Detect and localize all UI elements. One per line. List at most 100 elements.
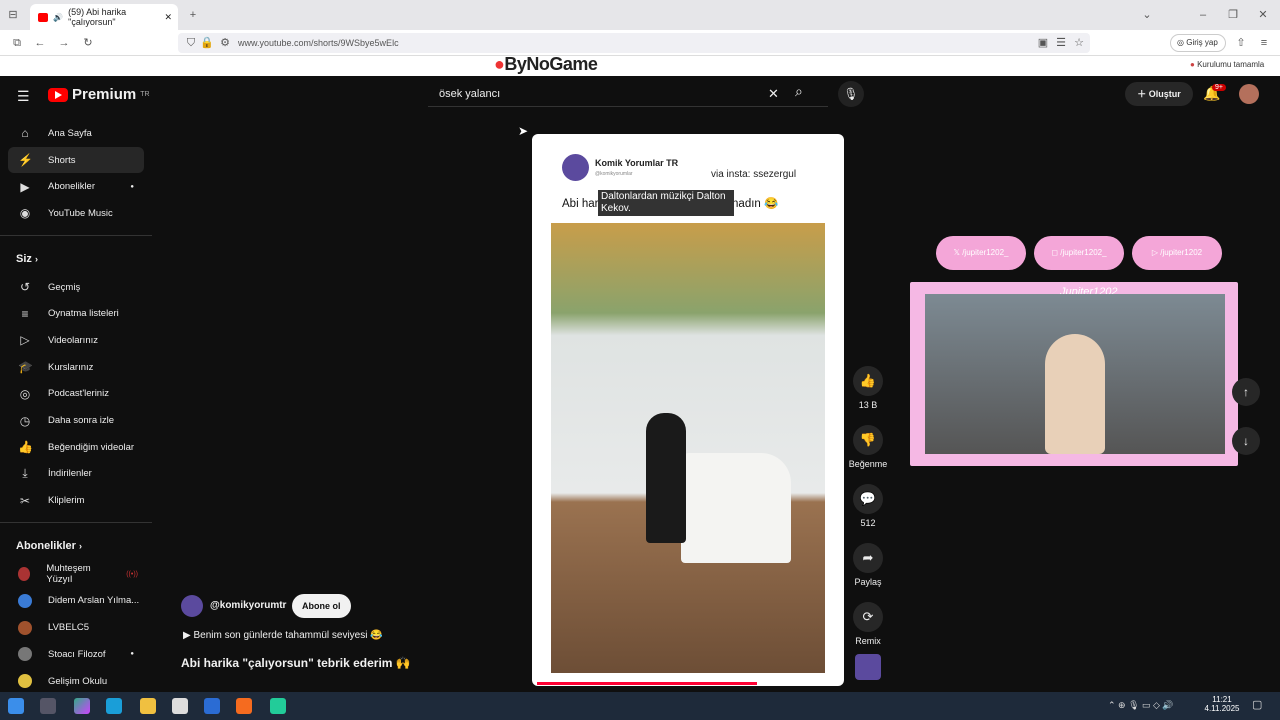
tab-overview-icon[interactable]: ⊟ <box>6 8 20 22</box>
url-field[interactable]: ⛉ 🔒 ⚙ www.youtube.com/shorts/9WSbye5wElc… <box>178 33 1090 53</box>
edge-icon[interactable] <box>106 698 122 714</box>
close-tab-icon[interactable]: ✕ <box>164 12 172 23</box>
clock-date: 4.11.2025 <box>1204 704 1240 713</box>
task-view-icon[interactable] <box>40 698 56 714</box>
reload-icon[interactable]: ↻ <box>81 36 95 50</box>
hamburger-menu-icon[interactable]: ☰ <box>17 88 30 105</box>
notification-center-icon[interactable]: ▢ <box>1252 698 1262 711</box>
channel-avatar <box>18 647 32 662</box>
sidebar-item-podcasts[interactable]: ◎ Podcast'leriniz <box>0 381 152 408</box>
comment-icon: 💬 <box>859 491 877 506</box>
bookmarks-bar: ●ByNoGame ● Kurulumu tamamla <box>0 54 1280 76</box>
setup-bookmark[interactable]: ● Kurulumu tamamla <box>1190 60 1264 69</box>
forward-icon[interactable]: → <box>57 36 71 50</box>
lock-icon[interactable]: 🔒 <box>200 36 214 50</box>
sidebar-item-liked[interactable]: 👍 Beğendiğim videolar <box>0 434 152 461</box>
clock-time: 11:21 <box>1212 695 1232 704</box>
sidebar-item-downloads[interactable]: ⤓ İndirilenler <box>0 461 152 488</box>
short-video-player[interactable]: Komik Yorumlar TR @komikyorumlar via ins… <box>532 134 844 686</box>
comments-button[interactable]: 💬 <box>853 484 883 514</box>
sidebar-item-music[interactable]: ◉ YouTube Music <box>0 200 152 227</box>
video-progress-bar[interactable] <box>537 682 757 685</box>
store-icon[interactable] <box>172 698 188 714</box>
sound-thumbnail[interactable] <box>855 654 881 680</box>
sidebar-item-your-videos[interactable]: ▷ Videolarınız <box>0 327 152 354</box>
new-content-dot-icon: ● <box>130 183 134 190</box>
tab-list-chevron-icon[interactable]: ⌄ <box>1140 8 1154 22</box>
subscriptions-section-header[interactable]: Abonelikler › <box>0 531 152 561</box>
copilot-icon[interactable] <box>74 698 90 714</box>
webcam-frame <box>925 294 1225 454</box>
uploader-handle[interactable]: @komikyorumtr <box>210 600 286 611</box>
like-button[interactable]: 👍 <box>853 366 883 396</box>
sidebar-item-history[interactable]: ↺ Geçmiş <box>0 274 152 301</box>
youtube-favicon-icon <box>38 12 49 22</box>
sidebar-item-home[interactable]: ⌂ Ana Sayfa <box>0 120 152 147</box>
back-icon[interactable]: ← <box>33 36 47 50</box>
search-input[interactable]: ösek yalancı ✕ <box>428 81 828 107</box>
mail-icon[interactable] <box>204 698 220 714</box>
video-description[interactable]: ▶ Benim son günlerde tahammül seviyesi 😂 <box>183 630 383 641</box>
uploader-avatar[interactable] <box>181 595 203 617</box>
search-icon[interactable]: ⌕ <box>795 83 803 100</box>
browser-tab[interactable]: 🔊 (59) Abi harika "çalıyorsun" ✕ <box>30 4 178 30</box>
windows-taskbar: ⌃ ⊕ 🎙 ▭ ◇ 🔊 11:21 4.11.2025 ▢ <box>0 692 1280 720</box>
sidebar-item-label: Videolarınız <box>48 334 98 346</box>
sidebar-item-watch-later[interactable]: ◷ Daha sonra izle <box>0 407 152 434</box>
clock[interactable]: 11:21 4.11.2025 <box>1204 695 1240 713</box>
picture-in-picture-icon[interactable]: ▣ <box>1036 36 1050 50</box>
sidebar-item-label: Geçmiş <box>48 281 81 293</box>
subscription-item[interactable]: Muhteşem Yüzyıl ((•)) <box>0 561 152 588</box>
shield-icon[interactable]: ⛉ <box>184 36 198 50</box>
file-explorer-icon[interactable] <box>140 698 156 714</box>
streamer-figure <box>1045 334 1105 454</box>
window-close-icon[interactable]: ✕ <box>1256 8 1270 22</box>
subscription-item[interactable]: Gelişim Okulu <box>0 668 152 695</box>
your-videos-icon: ▷ <box>20 333 30 348</box>
sidebar-toggle-icon[interactable]: ⧉ <box>10 36 24 50</box>
clear-search-icon[interactable]: ✕ <box>768 81 779 107</box>
sidebar-item-courses[interactable]: 🎓 Kurslarınız <box>0 354 152 381</box>
sidebar-item-label: İndirilenler <box>48 468 92 480</box>
reader-view-icon[interactable]: ☰ <box>1054 36 1068 50</box>
share-label: Paylaş <box>854 577 882 587</box>
minimize-icon[interactable]: – <box>1196 8 1210 22</box>
remix-button[interactable]: ⟳ <box>853 602 883 632</box>
voice-search-icon[interactable]: 🎙 <box>838 81 864 107</box>
sidebar-item-shorts[interactable]: ⚡ Shorts <box>8 146 144 174</box>
firefox-icon[interactable] <box>236 698 252 714</box>
youtube-logo[interactable]: Premium TR <box>48 86 150 103</box>
subscribe-button[interactable]: Abone ol <box>292 594 351 618</box>
maximize-icon[interactable]: ❐ <box>1226 8 1240 22</box>
courses-icon: 🎓 <box>18 360 33 375</box>
thumbs-up-icon: 👍 <box>859 373 877 388</box>
share-button[interactable]: ➦ <box>853 543 883 573</box>
bookmark-star-icon[interactable]: ☆ <box>1072 36 1086 50</box>
remix-label: Remix <box>855 636 881 646</box>
login-button[interactable]: ◎ Giriş yap <box>1170 34 1226 52</box>
avatar[interactable] <box>1239 84 1259 104</box>
create-button[interactable]: ＋ Oluştur <box>1125 82 1193 106</box>
start-icon[interactable] <box>8 698 24 714</box>
menu-icon[interactable]: ≡ <box>1257 36 1271 50</box>
dislike-button[interactable]: 👎 <box>853 425 883 455</box>
subscription-item[interactable]: Didem Arslan Yılma... <box>0 588 152 615</box>
app-icon[interactable] <box>270 698 286 714</box>
speaker-icon[interactable]: 🔊 <box>53 13 63 22</box>
next-short-button[interactable]: ↓ <box>1232 427 1260 455</box>
previous-short-button[interactable]: ↑ <box>1232 378 1260 406</box>
sidebar-item-playlists[interactable]: ≡ Oynatma listeleri <box>0 300 152 327</box>
subscription-item[interactable]: Stoacı Filozof ● <box>0 641 152 668</box>
sidebar-item-clips[interactable]: ✂ Kliplerim <box>0 487 152 514</box>
new-tab-icon[interactable]: + <box>186 8 200 22</box>
channel-avatar <box>18 674 32 689</box>
pianist <box>646 413 686 543</box>
tray-icons[interactable]: ⌃ ⊕ 🎙 ▭ ◇ 🔊 <box>1108 700 1174 711</box>
sidebar-item-subscriptions[interactable]: ▶ Abonelikler ● <box>0 173 152 200</box>
you-section-header[interactable]: Siz › <box>0 244 152 274</box>
extensions-icon[interactable]: ⇧ <box>1234 36 1248 50</box>
permissions-icon[interactable]: ⚙ <box>218 36 232 50</box>
subscription-item[interactable]: LVBELC5 <box>0 614 152 641</box>
youtube-page: ☰ Premium TR ösek yalancı ✕ ⌕ 🎙 ＋ Oluştu… <box>0 76 1280 692</box>
history-icon: ↺ <box>19 280 31 295</box>
